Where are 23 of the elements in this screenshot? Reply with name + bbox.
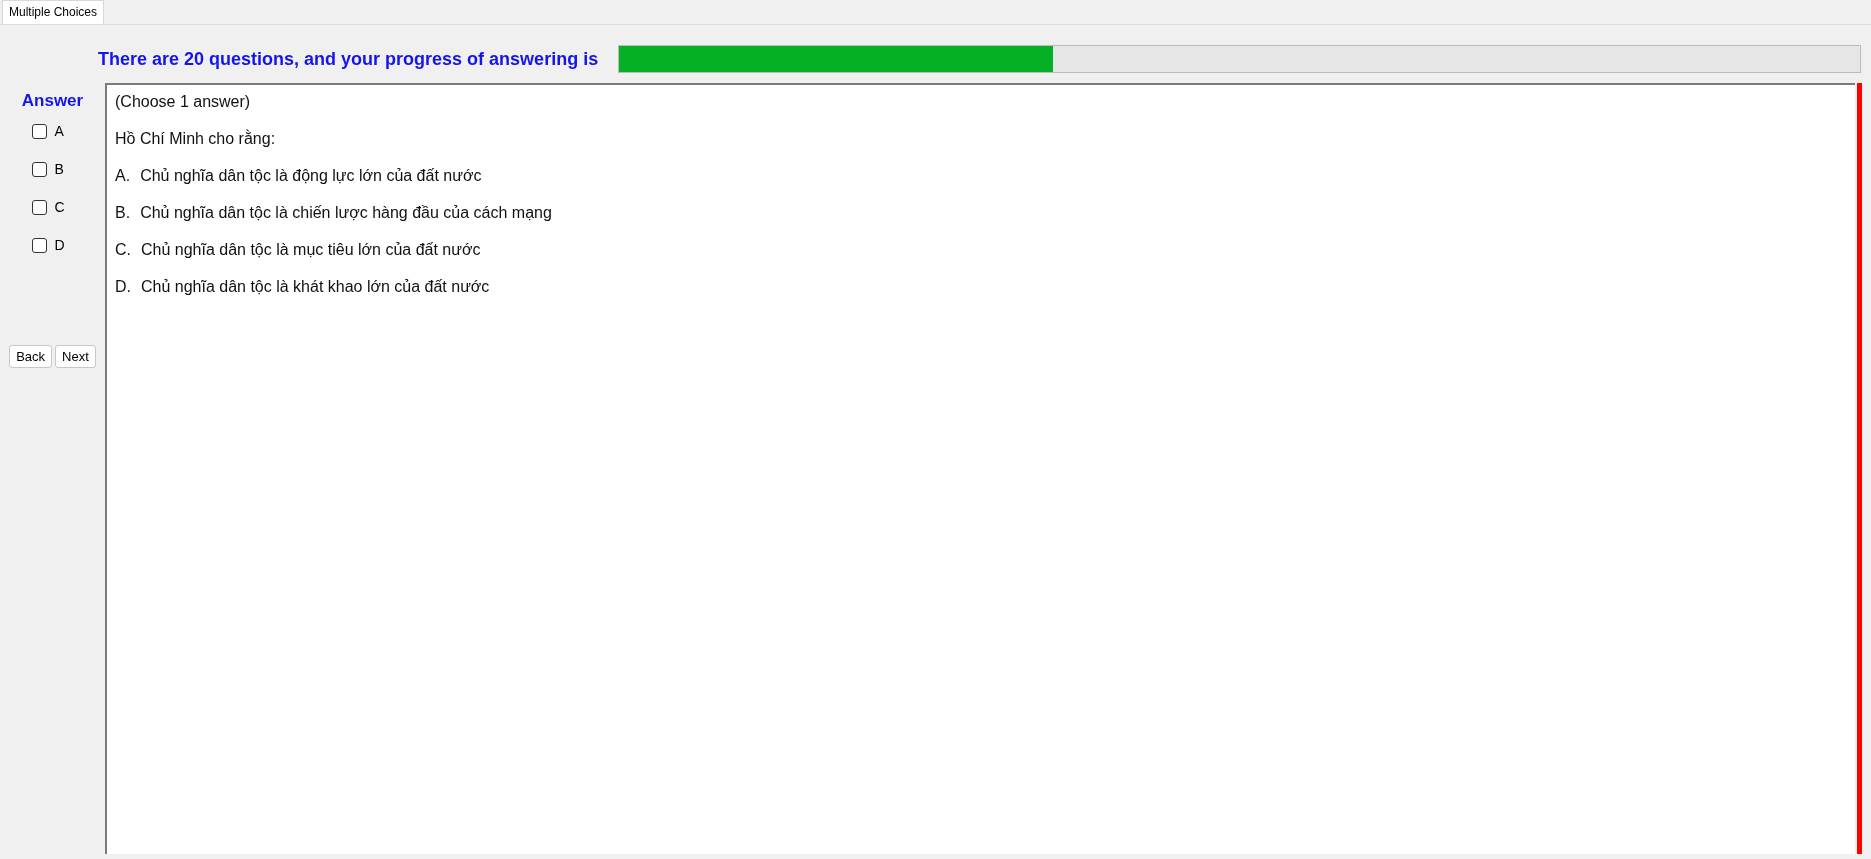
choice-text: Chủ nghĩa dân tộc là mục tiêu lớn của đất nước bbox=[141, 241, 481, 259]
progress-label: There are 20 questions, and your progress of answering is bbox=[98, 48, 599, 70]
checkbox-label: D bbox=[54, 237, 65, 253]
nav-button[interactable]: Back bbox=[9, 345, 53, 368]
choice-text: Chủ nghĩa dân tộc là khát khao lớn của đất nước bbox=[141, 278, 490, 296]
choice-letter: D. bbox=[115, 278, 131, 296]
choice-text: Chủ nghĩa dân tộc là chiến lược hàng đầu của cách mạng bbox=[140, 204, 552, 222]
checkbox[interactable] bbox=[32, 123, 48, 139]
question-text: Hồ Chí Minh cho rằng: bbox=[115, 130, 277, 148]
choice-letter: B. bbox=[115, 204, 131, 222]
choice-text: Chủ nghĩa dân tộc là động lực lớn của đất nước bbox=[140, 167, 482, 185]
checkbox[interactable] bbox=[32, 199, 48, 215]
choice-letter: C. bbox=[115, 241, 131, 259]
choice-letter: A. bbox=[115, 167, 131, 185]
answer-heading: Answer bbox=[21, 91, 84, 111]
instruction-text: (Choose 1 answer) bbox=[115, 93, 252, 111]
checkbox-label: B bbox=[54, 161, 64, 177]
checkbox-label: A bbox=[54, 123, 64, 139]
checkbox-label: C bbox=[54, 199, 65, 215]
checkbox[interactable] bbox=[32, 161, 48, 177]
checkbox[interactable] bbox=[32, 237, 48, 253]
nav-button[interactable]: Next bbox=[55, 345, 96, 368]
tab[interactable]: Multiple Choices bbox=[2, 0, 105, 24]
